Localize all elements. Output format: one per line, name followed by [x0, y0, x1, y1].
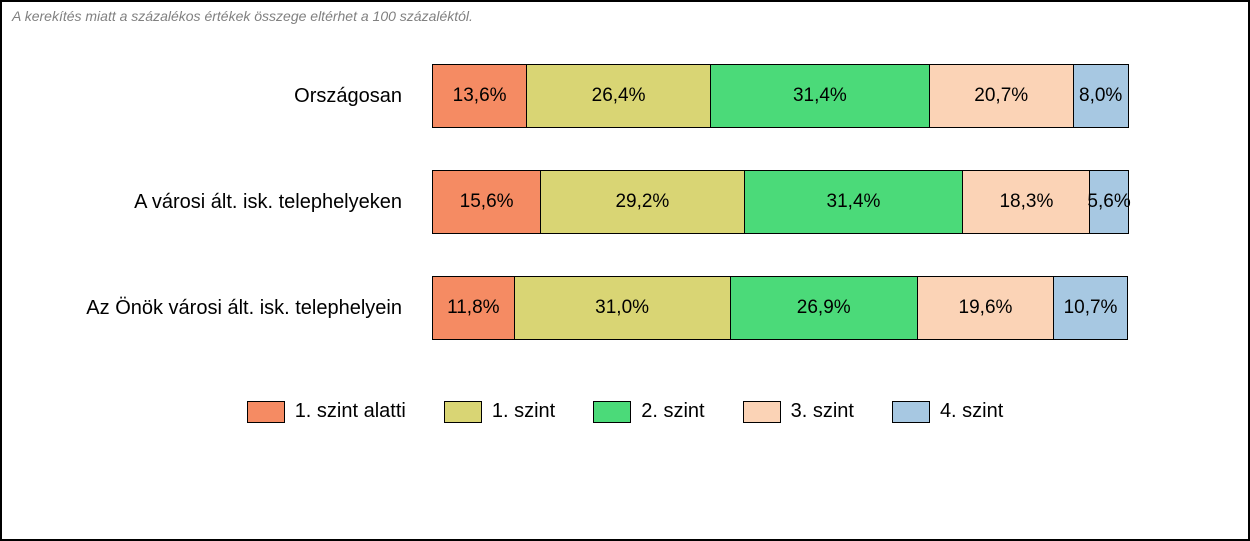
- chart-frame: A kerekítés miatt a százalékos értékek ö…: [0, 0, 1250, 541]
- bar-row: A városi ált. isk. telephelyeken 15,6% 2…: [12, 170, 1238, 234]
- bar-segment: 10,7%: [1053, 276, 1128, 340]
- bar-segment: 5,6%: [1089, 170, 1128, 234]
- bar-segment: 19,6%: [917, 276, 1054, 340]
- bar-row: Országosan 13,6% 26,4% 31,4% 20,7% 8,0%: [12, 64, 1238, 128]
- legend-item: 1. szint alatti: [247, 400, 406, 423]
- stacked-bar: 13,6% 26,4% 31,4% 20,7% 8,0%: [432, 64, 1132, 128]
- bar-segment: 15,6%: [432, 170, 541, 234]
- legend-item: 2. szint: [593, 400, 704, 423]
- bar-segment: 8,0%: [1073, 64, 1129, 128]
- legend-swatch: [593, 401, 631, 423]
- legend-item: 3. szint: [743, 400, 854, 423]
- bar-row: Az Önök városi ált. isk. telephelyein 11…: [12, 276, 1238, 340]
- legend-label: 4. szint: [940, 400, 1003, 423]
- bar-segment: 31,4%: [744, 170, 964, 234]
- bar-segment: 13,6%: [432, 64, 527, 128]
- legend-label: 3. szint: [791, 400, 854, 423]
- legend-label: 1. szint: [492, 400, 555, 423]
- category-label: A városi ált. isk. telephelyeken: [12, 191, 432, 214]
- legend-label: 2. szint: [641, 400, 704, 423]
- category-label: Országosan: [12, 85, 432, 108]
- stacked-bar: 11,8% 31,0% 26,9% 19,6% 10,7%: [432, 276, 1132, 340]
- bar-segment: 11,8%: [432, 276, 515, 340]
- bar-segment: 31,4%: [710, 64, 930, 128]
- bar-segment: 26,4%: [526, 64, 711, 128]
- stacked-bar: 15,6% 29,2% 31,4% 18,3% 5,6%: [432, 170, 1132, 234]
- legend-swatch: [444, 401, 482, 423]
- plot-area: Országosan 13,6% 26,4% 31,4% 20,7% 8,0% …: [12, 64, 1238, 340]
- legend-item: 4. szint: [892, 400, 1003, 423]
- bar-segment: 26,9%: [730, 276, 918, 340]
- bar-segment: 18,3%: [962, 170, 1090, 234]
- category-label: Az Önök városi ált. isk. telephelyein: [12, 297, 432, 320]
- rounding-note: A kerekítés miatt a százalékos értékek ö…: [12, 8, 1238, 24]
- legend-swatch: [892, 401, 930, 423]
- legend: 1. szint alatti 1. szint 2. szint 3. szi…: [12, 400, 1238, 423]
- legend-swatch: [743, 401, 781, 423]
- legend-item: 1. szint: [444, 400, 555, 423]
- bar-segment: 31,0%: [514, 276, 731, 340]
- legend-label: 1. szint alatti: [295, 400, 406, 423]
- legend-swatch: [247, 401, 285, 423]
- bar-segment: 29,2%: [540, 170, 744, 234]
- bar-segment: 20,7%: [929, 64, 1074, 128]
